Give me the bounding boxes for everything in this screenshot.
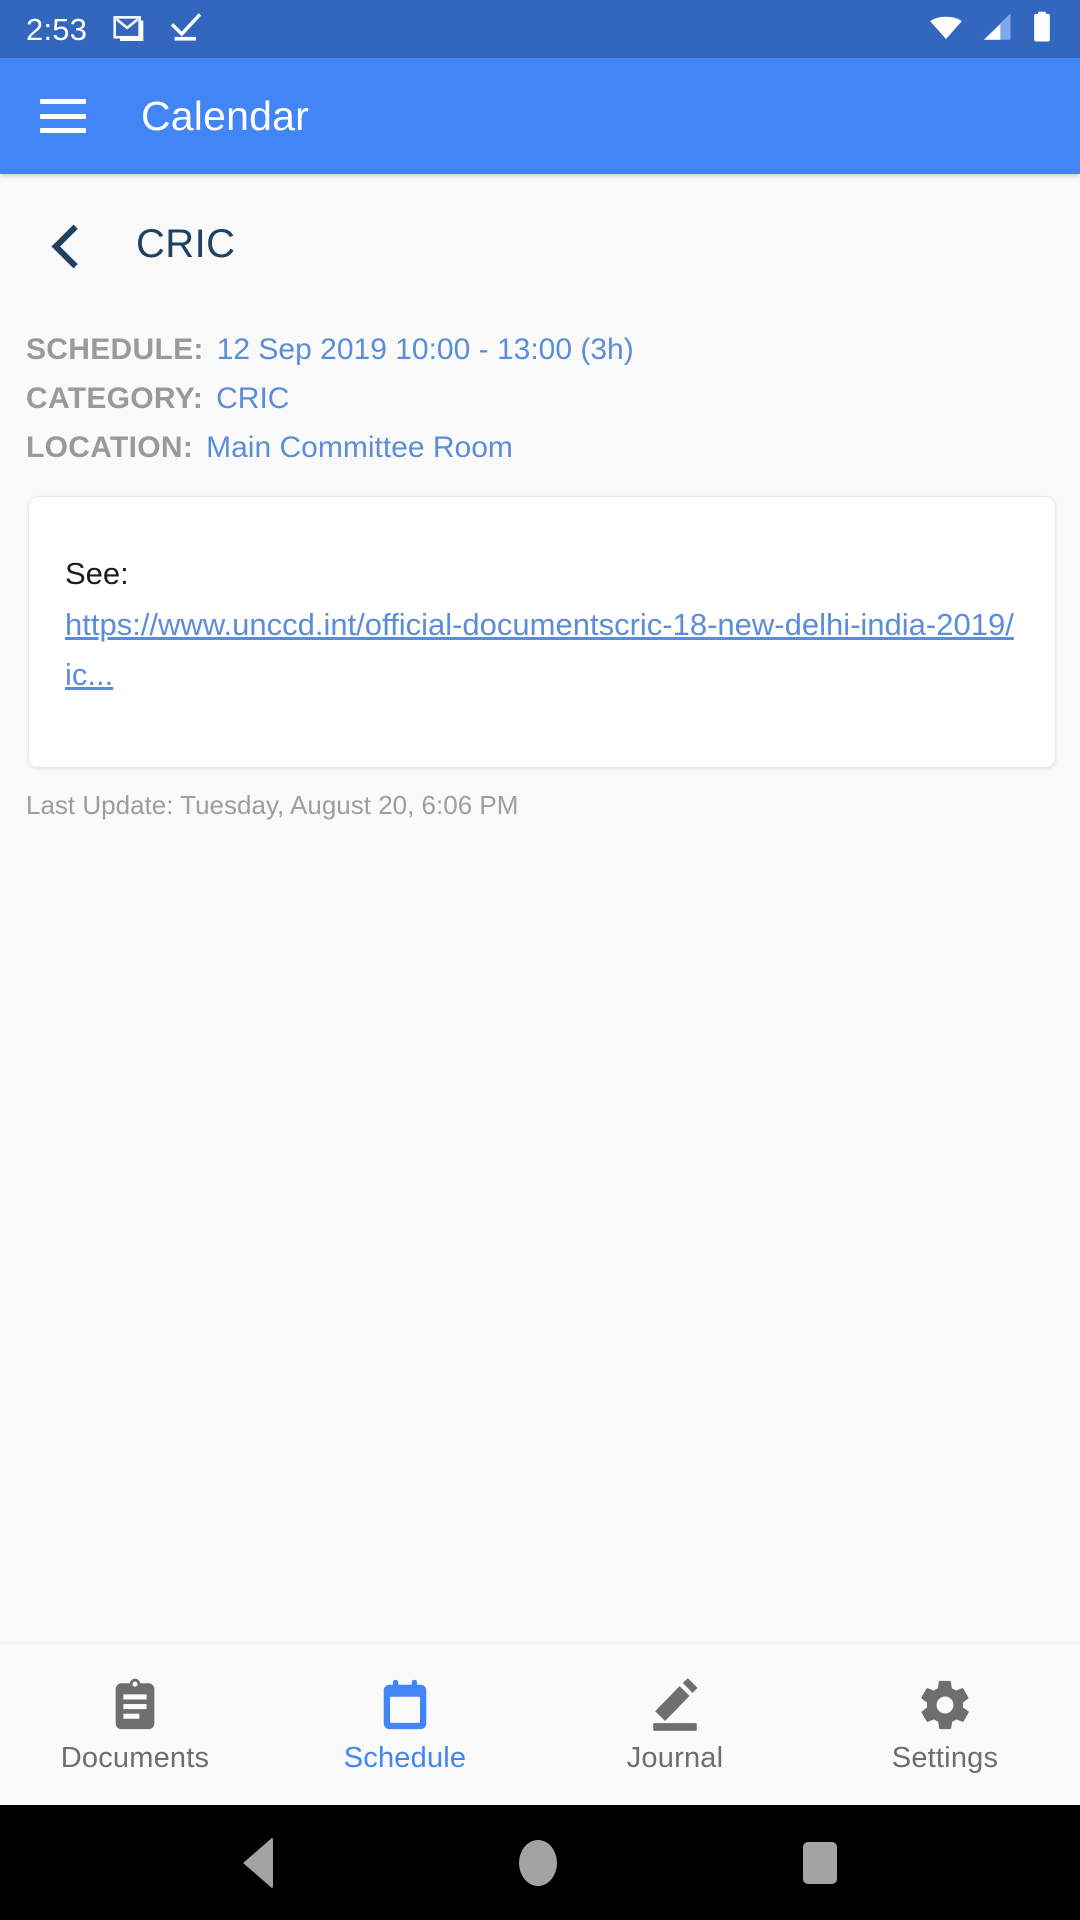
android-home-icon[interactable] bbox=[519, 1839, 557, 1886]
hamburger-bar-1 bbox=[40, 99, 86, 104]
content-area: CRIC SCHEDULE: 12 Sep 2019 10:00 - 13:00… bbox=[0, 174, 1080, 1642]
phone-screen: 2:53 Calendar CRIC SCHEDULE: 12 Sep 2019… bbox=[0, 0, 1080, 1920]
event-details: SCHEDULE: 12 Sep 2019 10:00 - 13:00 (3h)… bbox=[0, 331, 1080, 466]
back-chevron-icon[interactable] bbox=[50, 228, 84, 262]
status-bar-notification-icons bbox=[113, 10, 203, 49]
android-back-icon[interactable] bbox=[243, 1836, 273, 1889]
app-bar-title: Calendar bbox=[141, 92, 309, 139]
gear-icon bbox=[916, 1674, 974, 1736]
status-bar-system-icons bbox=[928, 11, 1054, 48]
last-update-text: Last Update: Tuesday, August 20, 6:06 PM bbox=[26, 790, 519, 821]
calendar-icon bbox=[376, 1674, 434, 1736]
wifi-icon bbox=[928, 12, 964, 47]
nav-label-schedule: Schedule bbox=[343, 1741, 467, 1774]
nav-label-settings: Settings bbox=[891, 1741, 999, 1774]
clipboard-icon bbox=[106, 1674, 164, 1736]
pencil-edit-icon bbox=[646, 1674, 704, 1736]
detail-label-location: LOCATION: bbox=[26, 430, 194, 464]
status-bar: 2:53 bbox=[0, 0, 1080, 58]
detail-label-schedule: SCHEDULE: bbox=[26, 333, 204, 366]
hamburger-bar-2 bbox=[40, 113, 86, 119]
detail-label-category: CATEGORY: bbox=[26, 381, 204, 415]
detail-value-location: Main Committee Room bbox=[206, 430, 513, 464]
android-navigation-bar bbox=[0, 1805, 1080, 1920]
android-recents-icon[interactable] bbox=[803, 1841, 837, 1884]
page-title: CRIC bbox=[136, 222, 236, 266]
status-bar-clock: 2:53 bbox=[26, 11, 88, 47]
app-bar: Calendar bbox=[0, 58, 1080, 174]
nav-item-documents[interactable]: Documents bbox=[0, 1674, 270, 1775]
nav-label-journal: Journal bbox=[626, 1741, 724, 1774]
description-link[interactable]: https://www.unccd.int/official-documents… bbox=[65, 600, 1019, 700]
hamburger-menu-icon[interactable] bbox=[40, 99, 86, 133]
detail-row-category: CATEGORY: CRIC bbox=[26, 380, 1054, 418]
hamburger-bar-3 bbox=[40, 128, 86, 133]
tasks-check-icon bbox=[169, 10, 203, 49]
cellular-signal-icon bbox=[980, 12, 1014, 47]
nav-label-documents: Documents bbox=[60, 1741, 210, 1774]
nav-item-journal[interactable]: Journal bbox=[540, 1674, 810, 1775]
battery-icon bbox=[1030, 11, 1054, 48]
gmail-icon bbox=[113, 10, 147, 49]
nav-item-schedule[interactable]: Schedule bbox=[270, 1674, 540, 1775]
description-card: See: https://www.unccd.int/official-docu… bbox=[28, 496, 1056, 769]
detail-value-category: CRIC bbox=[216, 381, 290, 415]
detail-row-location: LOCATION: Main Committee Room bbox=[26, 429, 1054, 467]
description-text: See: bbox=[65, 556, 129, 592]
nav-item-settings[interactable]: Settings bbox=[810, 1674, 1080, 1775]
sub-header: CRIC bbox=[0, 174, 1080, 267]
detail-value-schedule: 12 Sep 2019 10:00 - 13:00 (3h) bbox=[216, 333, 634, 366]
detail-row-schedule: SCHEDULE: 12 Sep 2019 10:00 - 13:00 (3h) bbox=[26, 331, 1054, 369]
bottom-navigation-bar: Documents Schedule Journal Settings bbox=[0, 1642, 1080, 1805]
